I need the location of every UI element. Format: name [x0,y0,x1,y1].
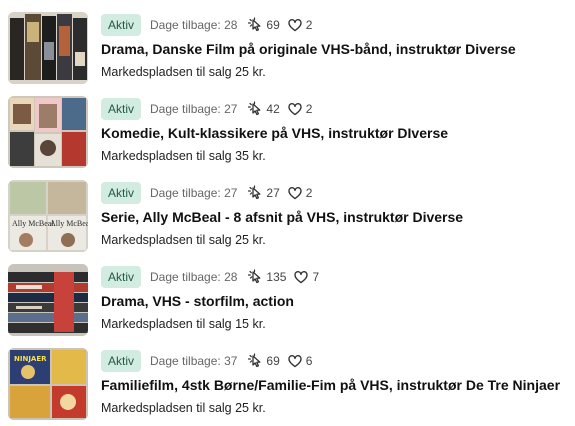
listing-list: Aktiv Dage tilbage: 28 69 2 Drama, Dansk… [0,0,575,426]
status-badge: Aktiv [101,98,142,120]
likes-count: 2 [305,102,313,116]
listing-thumbnail[interactable]: NINJAER [8,348,88,420]
likes-count: 2 [305,186,313,200]
likes-count: 6 [305,354,313,368]
listing-meta: Aktiv Dage tilbage: 27 27 2 [101,182,312,204]
listing-thumbnail[interactable]: Ally McBeal Ally McBeal [8,180,88,252]
heart-icon [294,271,309,284]
listing-price: Markedspladsen til salg 35 kr. [101,149,266,163]
listing-thumbnail[interactable] [8,12,88,84]
listing-thumbnail[interactable] [8,96,88,168]
listing-price: Markedspladsen til salg 25 kr. [101,401,266,415]
likes-stat: 2 [287,185,313,201]
cursor-click-icon [248,269,261,284]
cover-title-text: Ally McBeal [50,219,88,228]
listing-title[interactable]: Drama, Danske Film på originale VHS-bånd… [101,41,567,57]
likes-stat: 2 [287,101,313,117]
listing-title[interactable]: Serie, Ally McBeal - 8 afsnit på VHS, in… [101,209,567,225]
vhs-stack-photo-icon [8,12,88,84]
days-remaining: Dage tilbage: 27 [150,102,238,116]
listing-row-5[interactable]: NINJAER Aktiv Dage tilbage: 37 69 6 Fami… [0,348,575,420]
listing-row-4[interactable]: Aktiv Dage tilbage: 28 135 7 Drama, VHS … [0,264,575,336]
listing-title[interactable]: Drama, VHS - storfilm, action [101,293,567,309]
cover-title-text: NINJAER [14,355,47,363]
vhs-spines-photo-icon [8,264,88,336]
clicks-stat: 27 [247,185,280,201]
cursor-click-icon [248,185,261,200]
cursor-click-icon [248,101,261,116]
heart-icon [288,19,302,32]
status-badge: Aktiv [101,350,142,372]
likes-stat: 2 [287,17,313,33]
listing-meta: Aktiv Dage tilbage: 28 69 2 [101,14,312,36]
listing-thumbnail[interactable] [8,264,88,336]
listing-row-1[interactable]: Aktiv Dage tilbage: 28 69 2 Drama, Dansk… [0,12,575,84]
listing-title[interactable]: Komedie, Kult-klassikere på VHS, instruk… [101,125,567,141]
heart-icon [288,355,302,368]
listing-title[interactable]: Familiefilm, 4stk Børne/Familie-Fim på V… [101,377,567,393]
cursor-click-icon [248,17,261,32]
days-remaining: Dage tilbage: 28 [150,18,238,32]
heart-icon [288,103,302,116]
heart-icon [288,187,302,200]
listing-price: Markedspladsen til salg 25 kr. [101,65,266,79]
status-badge: Aktiv [101,266,142,288]
listing-price: Markedspladsen til salg 15 kr. [101,317,266,331]
likes-stat: 6 [287,353,313,369]
likes-count: 2 [305,18,313,32]
listing-row-2[interactable]: Aktiv Dage tilbage: 27 42 2 Komedie, Kul… [0,96,575,168]
clicks-stat: 69 [247,17,280,33]
likes-count: 7 [312,270,320,284]
kids-vhs-covers-photo-icon: NINJAER [8,348,88,420]
clicks-stat: 69 [247,353,280,369]
clicks-count: 69 [266,18,280,32]
days-remaining: Dage tilbage: 28 [150,270,238,284]
likes-stat: 7 [293,269,319,285]
listing-meta: Aktiv Dage tilbage: 28 135 7 [101,266,319,288]
status-badge: Aktiv [101,182,142,204]
clicks-count: 69 [266,354,280,368]
ally-mcbeal-covers-photo-icon: Ally McBeal Ally McBeal [8,180,88,252]
status-badge: Aktiv [101,14,142,36]
days-remaining: Dage tilbage: 37 [150,354,238,368]
clicks-count: 135 [266,270,287,284]
clicks-stat: 135 [247,269,286,285]
clicks-count: 42 [266,102,280,116]
listing-row-3[interactable]: Ally McBeal Ally McBeal Aktiv Dage tilba… [0,180,575,252]
days-remaining: Dage tilbage: 27 [150,186,238,200]
listing-meta: Aktiv Dage tilbage: 27 42 2 [101,98,312,120]
cover-title-text: Ally McBeal [12,219,54,228]
clicks-count: 27 [266,186,280,200]
listing-meta: Aktiv Dage tilbage: 37 69 6 [101,350,312,372]
cursor-click-icon [248,353,261,368]
clicks-stat: 42 [247,101,280,117]
listing-price: Markedspladsen til salg 25 kr. [101,233,266,247]
vhs-covers-photo-icon [8,96,88,168]
